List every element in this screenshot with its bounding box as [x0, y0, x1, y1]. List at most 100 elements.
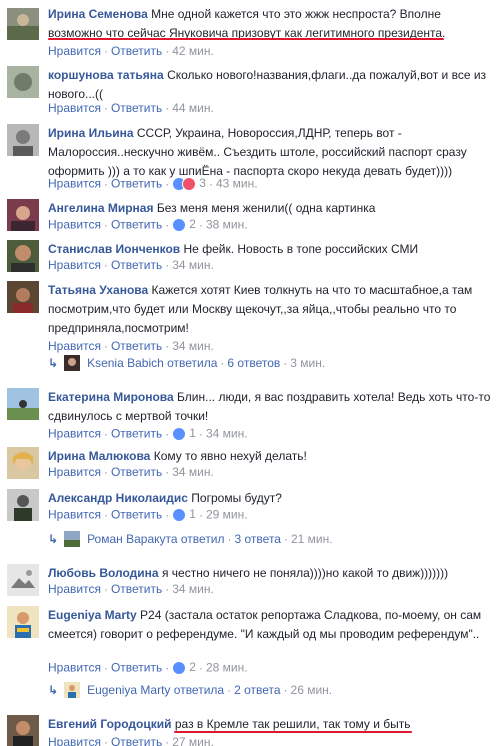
replies-link[interactable]: ↳ Ksenia Babich ответила · 6 ответов · 3 мин. — [48, 355, 325, 371]
reply-button[interactable]: Ответить — [111, 177, 162, 191]
reply-button[interactable]: Ответить — [111, 218, 162, 232]
reply-button[interactable]: Ответить — [111, 258, 162, 272]
avatar[interactable] — [7, 124, 39, 156]
comment-time[interactable]: 38 мин. — [206, 218, 248, 232]
like-button[interactable]: Нравится — [48, 339, 101, 353]
comment-author[interactable]: Станислав Ионченков — [48, 242, 180, 256]
reaction-count: 1 — [189, 426, 196, 440]
comment-time[interactable]: 34 мин. — [172, 465, 214, 479]
comment-time[interactable]: 34 мин. — [172, 258, 214, 272]
like-button[interactable]: Нравится — [48, 582, 101, 596]
like-button[interactable]: Нравится — [48, 465, 101, 479]
like-reaction-icon — [172, 217, 187, 232]
highlight-underline — [174, 731, 412, 733]
avatar[interactable] — [7, 66, 39, 98]
reply-arrow-icon: ↳ — [48, 532, 59, 546]
comment-author[interactable]: Ирина Малюкова — [48, 449, 150, 463]
avatar[interactable] — [7, 199, 39, 231]
comment-author[interactable]: Татьяна Уханова — [48, 283, 148, 297]
comment-author[interactable]: Екатерина Миронова — [48, 390, 174, 404]
reply-button[interactable]: Ответить — [111, 427, 162, 441]
like-button[interactable]: Нравится — [48, 44, 101, 58]
like-button[interactable]: Нравится — [48, 661, 101, 675]
avatar[interactable] — [7, 8, 39, 40]
like-button[interactable]: Нравится — [48, 508, 101, 522]
reply-avatar — [64, 355, 81, 371]
reply-count[interactable]: 3 ответа — [235, 532, 281, 546]
comment-author[interactable]: коршунова татьяна — [48, 68, 164, 82]
reactions[interactable]: 1 — [172, 507, 196, 522]
reply-avatar — [64, 682, 81, 698]
love-reaction-icon — [182, 176, 197, 191]
comment-text: Кому то явно нехуй делать! — [153, 449, 307, 463]
comment-time[interactable]: 27 мин. — [172, 735, 214, 746]
comment-author[interactable]: Александр Николаидис — [48, 491, 188, 505]
comment-author[interactable]: Eugeniya Marty — [48, 608, 137, 622]
comment-author[interactable]: Евгений Городоцкий — [48, 717, 172, 731]
comment-text: Не фейк. Новость в топе российских СМИ — [183, 242, 419, 256]
comment-time[interactable]: 29 мин. — [206, 508, 248, 522]
like-button[interactable]: Нравится — [48, 101, 101, 115]
reply-arrow-icon: ↳ — [48, 356, 59, 370]
avatar[interactable] — [7, 281, 39, 313]
reply-time: 3 мин. — [290, 356, 326, 370]
comment-time[interactable]: 43 мин. — [216, 177, 258, 191]
avatar[interactable] — [7, 489, 39, 521]
replies-link[interactable]: ↳ Eugeniya Marty ответила · 2 ответа · 26 мин… — [48, 682, 332, 698]
comment-author[interactable]: Любовь Володина — [48, 566, 159, 580]
reply-button[interactable]: Ответить — [111, 101, 162, 115]
comment-author[interactable]: Ирина Семенова — [48, 7, 148, 21]
reactions[interactable]: 1 — [172, 426, 196, 441]
avatar[interactable] — [7, 240, 39, 272]
reactions[interactable]: 2 — [172, 660, 196, 675]
reply-button[interactable]: Ответить — [111, 44, 162, 58]
reply-button[interactable]: Ответить — [111, 735, 162, 746]
reaction-count: 2 — [189, 217, 196, 231]
avatar[interactable] — [7, 564, 39, 596]
reactions[interactable]: 3 — [172, 176, 206, 191]
comment-time[interactable]: 42 мин. — [172, 44, 214, 58]
like-button[interactable]: Нравится — [48, 177, 101, 191]
comment-author[interactable]: Ирина Ильина — [48, 126, 134, 140]
reply-count[interactable]: 6 ответов — [227, 356, 280, 370]
reactions[interactable]: 2 — [172, 217, 196, 232]
avatar[interactable] — [7, 606, 39, 638]
replies-link[interactable]: ↳ Роман Варакута ответил · 3 ответа · 21 мин. — [48, 531, 333, 547]
reply-button[interactable]: Ответить — [111, 339, 162, 353]
reply-time: 26 мин. — [290, 683, 333, 697]
like-button[interactable]: Нравится — [48, 427, 101, 441]
reply-avatar — [64, 531, 81, 547]
reaction-count: 1 — [189, 507, 196, 521]
reply-author[interactable]: Роман Варакута — [87, 532, 177, 546]
reaction-count: 2 — [189, 660, 196, 674]
reply-arrow-icon: ↳ — [48, 683, 59, 697]
comment-time[interactable]: 34 мин. — [206, 427, 248, 441]
comment-text: раз в Кремле так решили, так тому и быть — [174, 717, 411, 731]
reply-author[interactable]: Ksenia Babich — [87, 356, 164, 370]
like-button[interactable]: Нравится — [48, 218, 101, 232]
reply-button[interactable]: Ответить — [111, 582, 162, 596]
comment-time[interactable]: 34 мин. — [172, 339, 214, 353]
reply-time: 21 мин. — [290, 532, 333, 546]
avatar[interactable] — [7, 447, 39, 479]
reaction-count: 3 — [199, 176, 206, 190]
comment-time[interactable]: 44 мин. — [172, 101, 214, 115]
reply-button[interactable]: Ответить — [111, 465, 162, 479]
reply-button[interactable]: Ответить — [111, 508, 162, 522]
reply-count[interactable]: 2 ответа — [234, 683, 280, 697]
comment-text: Без меня меня женили(( одна картинка — [156, 201, 376, 215]
comment-author[interactable]: Ангелина Мирная — [48, 201, 153, 215]
like-reaction-icon — [172, 660, 187, 675]
comment-text: я честно ничего не поняла))))но какой то… — [161, 566, 449, 580]
comment-text: Погромы будут? — [191, 491, 282, 505]
comment-time[interactable]: 34 мин. — [172, 582, 214, 596]
like-reaction-icon — [172, 426, 187, 441]
comment-time[interactable]: 28 мин. — [206, 661, 248, 675]
avatar[interactable] — [7, 715, 39, 746]
reply-button[interactable]: Ответить — [111, 661, 162, 675]
avatar[interactable] — [7, 388, 39, 420]
like-button[interactable]: Нравится — [48, 735, 101, 746]
like-button[interactable]: Нравится — [48, 258, 101, 272]
reply-author[interactable]: Eugeniya Marty — [87, 683, 170, 697]
highlight-underline — [48, 38, 444, 40]
